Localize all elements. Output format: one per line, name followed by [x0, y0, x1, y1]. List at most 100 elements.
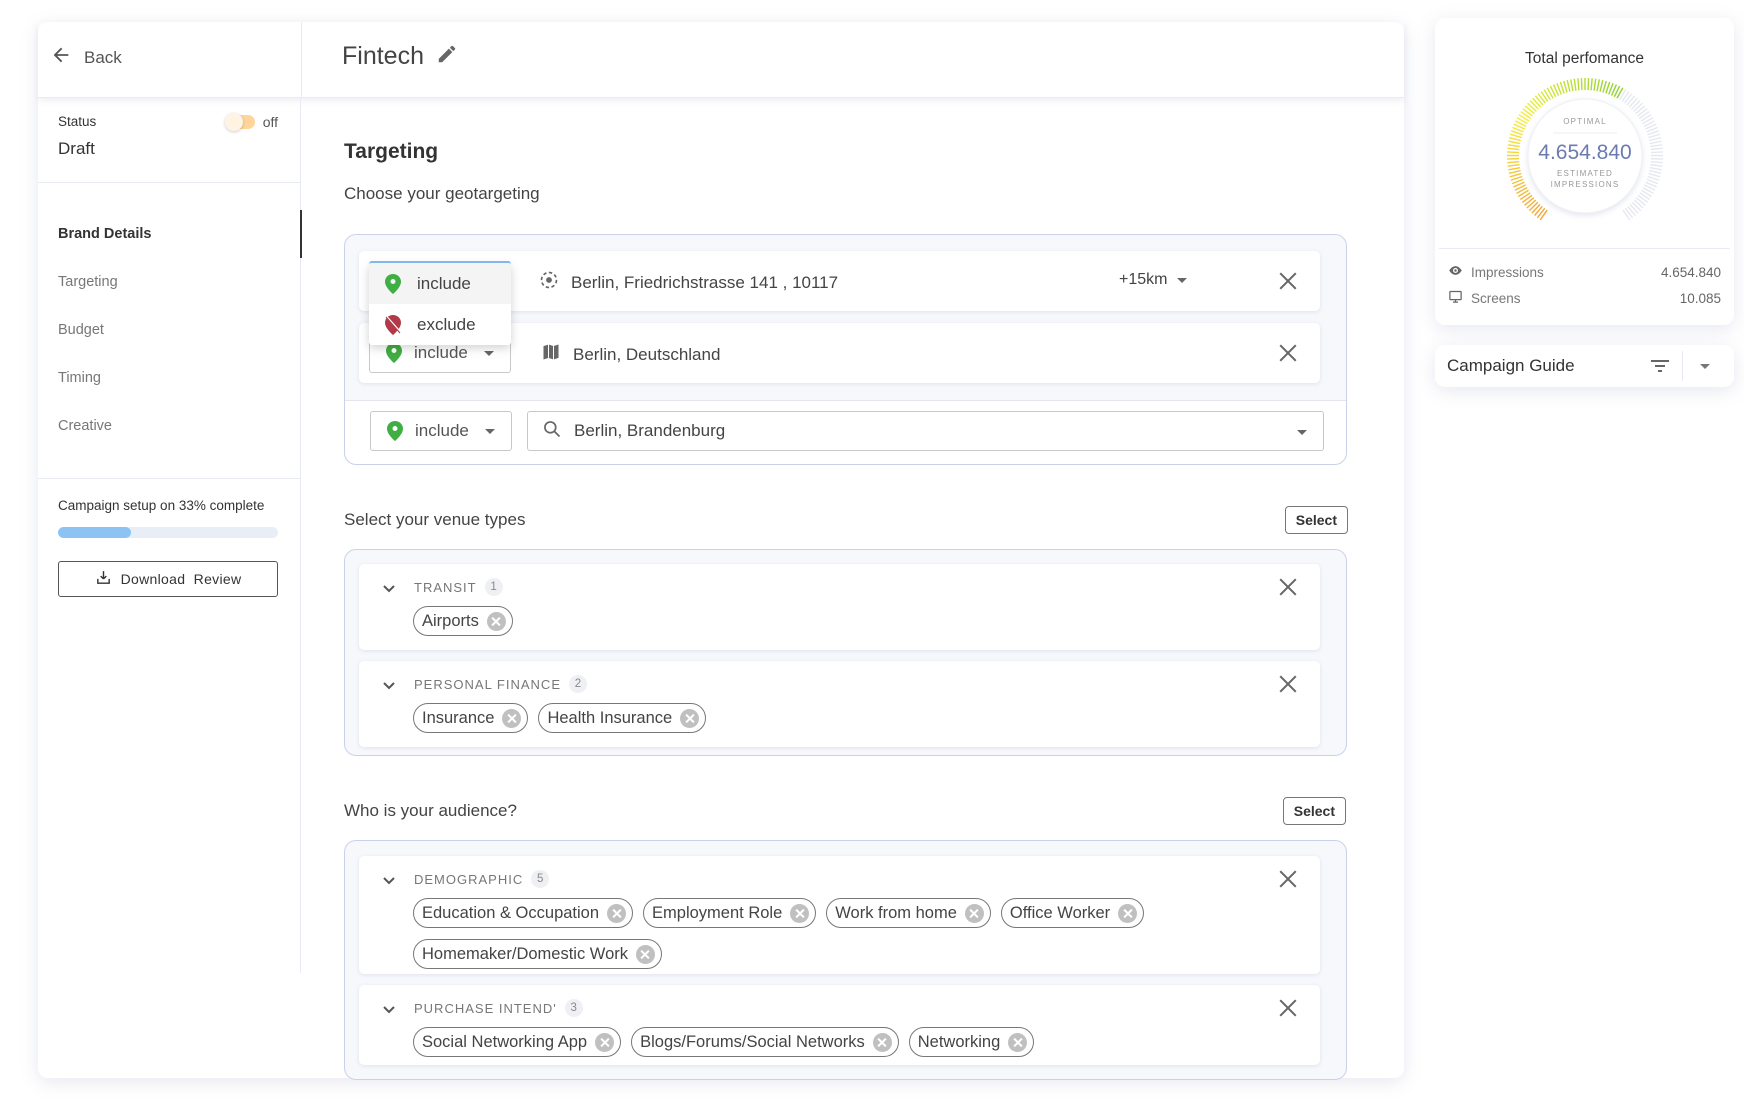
include-select[interactable]: include	[370, 411, 512, 451]
remove-chip-icon[interactable]	[964, 903, 984, 923]
gauge-tick	[1577, 78, 1580, 91]
remove-chip-icon[interactable]	[872, 1032, 892, 1052]
geo-location-text: Berlin, Deutschland	[573, 344, 721, 364]
include-exclude-dropdown: include exclude	[369, 263, 511, 345]
chevron-down-icon[interactable]	[381, 1001, 397, 1017]
gauge-tick	[1593, 78, 1597, 91]
sidebar-item-creative[interactable]: Creative	[38, 402, 301, 450]
download-label: Download Review	[120, 571, 242, 587]
gauge-tick	[1534, 205, 1543, 216]
sidebar-item-targeting[interactable]: Targeting	[38, 258, 301, 306]
chip-list: Insurance Health Insurance	[413, 703, 1293, 733]
gauge-tick	[1508, 166, 1521, 171]
page-title: Fintech	[342, 42, 424, 70]
campaign-editor-card: Back Fintech Status Draft off Brand Deta…	[38, 22, 1404, 1080]
remove-chip-icon[interactable]	[790, 903, 810, 923]
category-header: DEMOGRAPHIC 5	[414, 870, 550, 888]
caret-down-icon	[483, 350, 494, 356]
gauge-tick	[1526, 199, 1537, 209]
gauge-tick	[1631, 201, 1642, 212]
gauge-tick	[1626, 95, 1636, 106]
venue-select-button[interactable]: Select	[1284, 506, 1348, 534]
gauge-tick	[1508, 140, 1521, 145]
remove-category-button[interactable]	[1279, 675, 1297, 693]
remove-chip-icon[interactable]	[486, 611, 506, 631]
remove-category-button[interactable]	[1279, 578, 1297, 596]
gauge-label: OPTIMAL	[1563, 117, 1607, 126]
gauge-tick	[1633, 102, 1643, 112]
performance-title: Total perfomance	[1525, 50, 1644, 67]
gauge-tick	[1628, 97, 1638, 108]
category-count: 1	[484, 578, 503, 596]
gauge-tick	[1648, 172, 1661, 178]
gauge-tick	[1580, 78, 1583, 91]
option-label: exclude	[417, 314, 476, 334]
sidebar-item-timing[interactable]: Timing	[38, 354, 301, 402]
chip: Social Networking App	[413, 1027, 622, 1057]
chip-label: Work from home	[835, 903, 957, 922]
chevron-down-icon[interactable]	[381, 872, 397, 888]
location-search-value: Berlin, Brandenburg	[574, 421, 726, 440]
stat-value: 4.654.840	[1660, 264, 1721, 280]
category-row: PURCHASE INTEND' 3 Social Networking App…	[359, 985, 1320, 1065]
remove-geo-row-button[interactable]	[1279, 344, 1297, 362]
gauge-tick	[1531, 203, 1541, 214]
remove-chip-icon[interactable]	[607, 903, 627, 923]
category-count: 5	[531, 870, 550, 888]
category-header: PURCHASE INTEND' 3	[414, 999, 583, 1017]
impressions-gauge: OPTIMAL 4.654.840 ESTIMATED IMPRESSIONS	[1506, 78, 1664, 221]
sidebar-item-brand-details[interactable]: Brand Details	[38, 210, 302, 258]
filter-icon[interactable]	[1650, 358, 1670, 374]
gauge-tick	[1631, 100, 1641, 110]
remove-chip-icon[interactable]	[680, 708, 700, 728]
sidebar-item-budget[interactable]: Budget	[38, 306, 301, 354]
gauge-tick	[1587, 78, 1590, 91]
caret-down-icon[interactable]	[1700, 364, 1710, 369]
category-count: 3	[564, 999, 583, 1017]
chevron-down-icon[interactable]	[381, 580, 397, 596]
gauge-tick	[1570, 79, 1574, 92]
category-row: TRANSIT 1 Airports	[359, 564, 1320, 650]
remove-chip-icon[interactable]	[1008, 1032, 1028, 1052]
status-toggle[interactable]	[224, 113, 255, 131]
remove-category-button[interactable]	[1279, 870, 1297, 888]
venue-box: TRANSIT 1 Airports PERSONAL FINANCE 2 In…	[344, 549, 1347, 756]
gauge-tick	[1649, 169, 1662, 174]
remove-geo-row-button[interactable]	[1279, 272, 1297, 290]
chip: Employment Role	[643, 898, 817, 928]
gauge-tick	[1509, 133, 1522, 139]
gauge-tick	[1650, 160, 1663, 164]
option-label: include	[417, 273, 471, 293]
remove-chip-icon[interactable]	[502, 708, 522, 728]
audience-select-button[interactable]: Select	[1282, 797, 1346, 825]
back-label: Back	[84, 47, 122, 67]
chevron-down-icon[interactable]	[381, 677, 397, 693]
dropdown-option-include[interactable]: include	[369, 263, 511, 304]
gauge-tick	[1633, 199, 1644, 209]
remove-chip-icon[interactable]	[635, 944, 655, 964]
new-geo-row: include Berlin, Brandenburg	[345, 400, 1346, 464]
edit-pencil-icon[interactable]	[436, 43, 458, 70]
geo-targeting-box: include exclude include Berlin, Friedric…	[344, 234, 1347, 465]
chip: Insurance	[413, 703, 529, 733]
campaign-guide-card[interactable]: Campaign Guide	[1435, 345, 1734, 387]
audience-title: Who is your audience?	[344, 801, 517, 820]
radius-select[interactable]: +15km	[1119, 271, 1188, 289]
geo-location: Berlin, Deutschland	[541, 342, 720, 367]
include-select-value: include	[415, 421, 469, 440]
download-review-button[interactable]: Download Review	[58, 561, 278, 597]
remove-chip-icon[interactable]	[595, 1032, 615, 1052]
chip-label: Office Worker	[1009, 903, 1111, 922]
location-search-input[interactable]: Berlin, Brandenburg	[527, 411, 1324, 451]
stat-screens: Screens 10.085	[1448, 289, 1721, 307]
sidebar-divider	[38, 478, 301, 479]
header: Back Fintech	[38, 22, 1404, 98]
remove-chip-icon[interactable]	[1118, 903, 1138, 923]
remove-category-button[interactable]	[1279, 999, 1297, 1017]
caret-down-icon[interactable]	[1297, 430, 1307, 435]
gauge-tick	[1649, 166, 1662, 171]
status-value: Draft	[58, 139, 95, 158]
back-button[interactable]: Back	[50, 44, 122, 71]
dropdown-option-exclude[interactable]: exclude	[369, 304, 511, 345]
toggle-label: off	[262, 114, 278, 130]
